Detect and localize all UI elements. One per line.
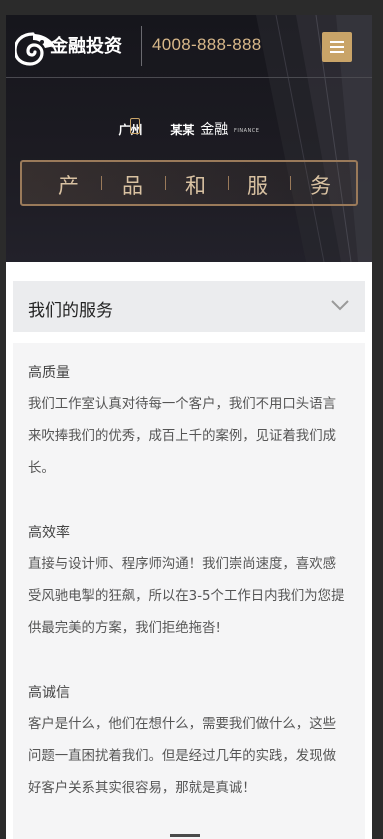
title-separator [228,176,229,190]
banner-title-char: 服 [247,174,268,198]
hero-banner: 金融投资 4008-888-888 广州 某某 金融 FINANCE 产 品 和… [6,15,372,262]
bottom-scroll-handle[interactable] [170,834,200,837]
brand-suffix: 金融 [200,122,229,138]
banner-title-char: 产 [58,174,79,198]
hamburger-icon [330,51,344,53]
banner-title-char: 品 [122,174,143,198]
service-item-body: 直接与设计师、程序师沟通！我们崇尚速度，喜欢感受风驰电掣的狂飙，所以在3-5个工… [28,557,345,636]
banner-title-frame: 产 品 和 服 务 [20,160,358,206]
logo-text[interactable]: 金融投资 [50,32,122,58]
service-item-title: 高效率 [28,525,70,541]
service-item: 高诚信 客户是什么，他们在想什么，需要我们做什么，这些问题一直困扰着我们。但是经… [28,683,348,805]
brand-english: FINANCE [234,127,260,134]
hamburger-icon [330,46,344,48]
service-item: 高效率 直接与设计师、程序师沟通！我们崇尚速度，喜欢感受风驰电掣的狂飙，所以在3… [28,523,348,645]
services-content: 高质量 我们工作室认真对待每一个客户，我们不用口头语言来吹捧我们的优秀，成百上千… [13,343,365,839]
service-item-body: 客户是什么，他们在想什么，需要我们做什么，这些问题一直困扰着我们。但是经过几年的… [28,717,336,796]
chevron-down-icon[interactable] [331,299,349,311]
phone-number[interactable]: 4008-888-888 [152,35,261,55]
brand-name: 某某 [170,123,195,137]
header-divider [141,26,142,66]
brand-seal-icon [130,118,140,134]
service-item-title: 高诚信 [28,685,70,701]
menu-button[interactable] [322,32,352,62]
site-header: 金融投资 4008-888-888 [6,15,372,78]
banner-title-char: 务 [310,174,331,198]
services-title: 我们的服务 [28,301,113,321]
title-separator [165,176,166,190]
title-separator [290,176,291,190]
title-separator [101,176,102,190]
brand-line: 广州 某某 金融 FINANCE [6,119,372,139]
banner-title-char: 和 [185,174,206,198]
page: 金融投资 4008-888-888 广州 某某 金融 FINANCE 产 品 和… [6,15,372,839]
services-accordion-header[interactable]: 我们的服务 [13,281,365,332]
service-item-body: 我们工作室认真对待每一个客户，我们不用口头语言来吹捧我们的优秀，成百上千的案例，… [28,397,336,476]
service-item-title: 高质量 [28,365,70,381]
service-item: 高质量 我们工作室认真对待每一个客户，我们不用口头语言来吹捧我们的优秀，成百上千… [28,363,348,485]
hamburger-icon [330,41,344,43]
